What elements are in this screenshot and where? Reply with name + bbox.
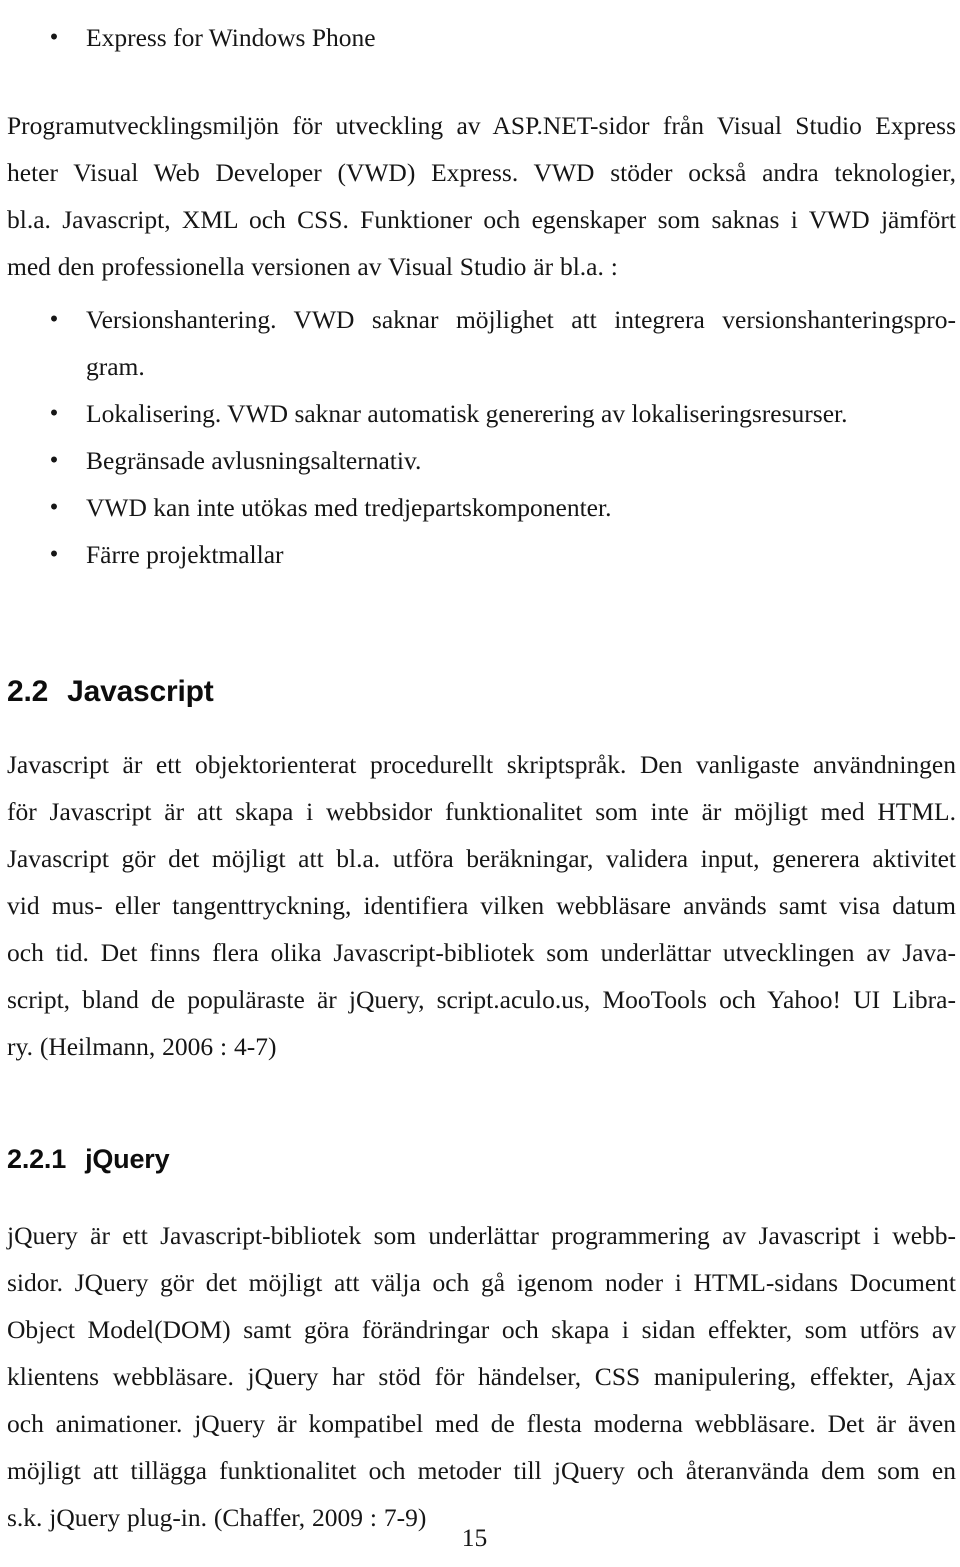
page-number: 15 <box>461 1523 488 1552</box>
bullet-icon: • <box>49 400 59 427</box>
paragraph-line: Javascript är ett objektorienterat proce… <box>7 750 956 779</box>
section-heading-title: Javascript <box>67 675 214 708</box>
paragraph-line: script, bland de populäraste är jQuery, … <box>7 985 956 1014</box>
list-item-label: VWD kan inte utökas med tredjepartskompo… <box>86 493 612 522</box>
list-item: • Begränsade avlusningsalternativ. <box>7 437 956 484</box>
spacer-after-section-heading <box>7 710 956 741</box>
paragraph-line: ry. (Heilmann, 2006 : 4-7) <box>7 1032 277 1061</box>
paragraph-line: möjligt att tillägga funktionalitet och … <box>7 1456 956 1485</box>
bullet-icon: • <box>49 541 59 568</box>
bullet-icon: • <box>49 24 59 51</box>
paragraph-line: med den professionella versionen av Visu… <box>7 252 618 281</box>
list-item-label: Begränsade avlusningsalternativ. <box>86 446 422 475</box>
paragraph-line: och tid. Det finns flera olika Javascrip… <box>7 938 956 967</box>
document-page: • Express for Windows Phone Programutvec… <box>0 0 960 1567</box>
subsection-heading-number: 2.2.1 <box>7 1144 67 1174</box>
top-spacer <box>7 0 956 14</box>
list-item-label-cont: gram. <box>86 352 145 381</box>
spacer-before-subsection-heading <box>7 1070 956 1142</box>
paragraph-javascript: Javascript är ett objektorienterat proce… <box>7 741 956 1070</box>
list-item: • VWD kan inte utökas med tredjepartskom… <box>7 484 956 531</box>
paragraph-jquery: jQuery är ett Javascript-bibliotek som u… <box>7 1212 956 1541</box>
subsection-heading-jquery: 2.2.1 jQuery <box>7 1142 956 1176</box>
bullet-list-vwd-limitations: • Versionshantering. VWD saknar möjlighe… <box>7 296 956 578</box>
paragraph-line: Object Model(DOM) samt göra förändringar… <box>7 1315 956 1344</box>
paragraph-line: bl.a. Javascript, XML och CSS. Funktione… <box>7 205 956 234</box>
paragraph-line: jQuery är ett Javascript-bibliotek som u… <box>7 1221 956 1250</box>
spacer-before-section-heading <box>7 578 956 674</box>
paragraph-vwd: Programutvecklingsmiljön för utveckling … <box>7 102 956 290</box>
bullet-icon: • <box>49 306 59 333</box>
list-item-label: Express for Windows Phone <box>86 23 376 52</box>
paragraph-line: och animationer. jQuery är kompatibel me… <box>7 1409 956 1438</box>
paragraph-line: Javascript gör det möjligt att bl.a. utf… <box>7 844 956 873</box>
list-item: • Färre projektmallar <box>7 531 956 578</box>
spacer-after-subsection-heading <box>7 1176 956 1212</box>
bullet-icon: • <box>49 447 59 474</box>
bullet-list-express: • Express for Windows Phone <box>7 14 956 61</box>
subsection-heading-title: jQuery <box>85 1144 170 1174</box>
paragraph-line: vid mus- eller tangenttryckning, identif… <box>7 891 956 920</box>
list-item: • Lokalisering. VWD saknar automatisk ge… <box>7 390 956 437</box>
paragraph-line: för Javascript är att skapa i webbsidor … <box>7 797 956 826</box>
section-heading-number: 2.2 <box>7 675 49 708</box>
list-item-label: Färre projektmallar <box>86 540 284 569</box>
section-heading-javascript: 2.2 Javascript <box>7 674 956 710</box>
paragraph-line: heter Visual Web Developer (VWD) Express… <box>7 158 956 187</box>
paragraph-line: klientens webbläsare. jQuery har stöd fö… <box>7 1362 956 1391</box>
list-item-label: Versionshantering. VWD saknar möjlighet … <box>86 305 956 334</box>
list-item: • Express for Windows Phone <box>7 14 956 61</box>
spacer-after-top-list <box>7 61 956 102</box>
paragraph-line: Programutvecklingsmiljön för utveckling … <box>7 111 956 140</box>
page-content: • Express for Windows Phone Programutvec… <box>7 0 956 1541</box>
paragraph-line: sidor. JQuery gör det möjligt att välja … <box>7 1268 956 1297</box>
bullet-icon: • <box>49 494 59 521</box>
list-item-label: Lokalisering. VWD saknar automatisk gene… <box>86 399 848 428</box>
list-item: • Versionshantering. VWD saknar möjlighe… <box>7 296 956 390</box>
